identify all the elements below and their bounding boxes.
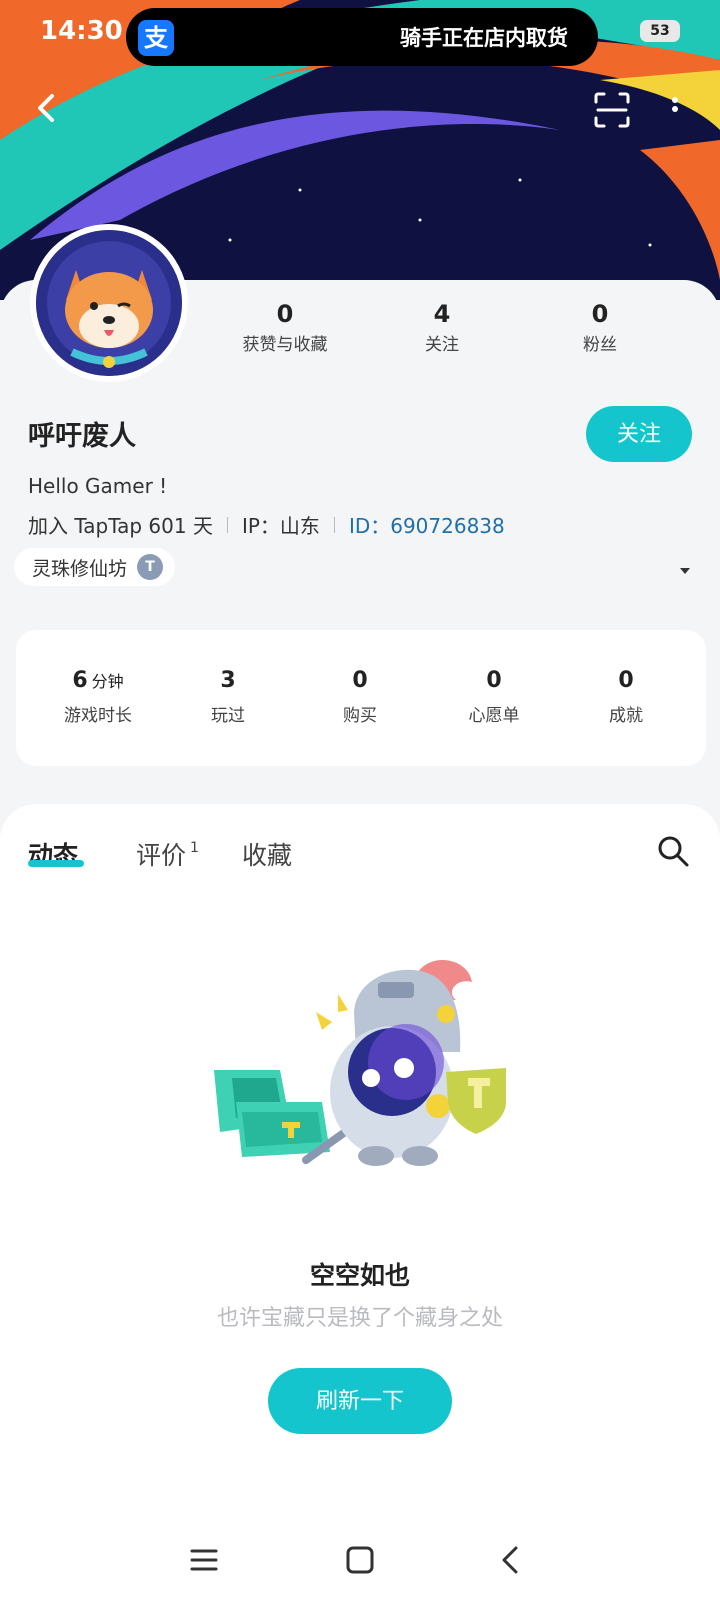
- stat-purchased-value: 0: [352, 668, 368, 693]
- back-icon[interactable]: [28, 88, 68, 128]
- alipay-icon: 支: [138, 20, 174, 56]
- stat-wishlist-label: 心愿单: [468, 706, 520, 726]
- stat-playtime-value: 6: [72, 668, 88, 693]
- scan-icon[interactable]: [594, 92, 630, 128]
- live-activity-text: 骑手正在店内取货: [400, 26, 568, 50]
- username: 呼吁废人: [28, 421, 136, 452]
- stat-achievements[interactable]: 0 成就: [566, 668, 686, 726]
- joined-days: 加入 TapTap 601 天: [28, 514, 213, 538]
- stat-wishlist[interactable]: 0 心愿单: [434, 668, 554, 726]
- stat-playtime-unit: 分钟: [91, 672, 124, 691]
- stat-likes-label: 获赞与收藏: [242, 335, 328, 355]
- expand-caret-icon[interactable]: [680, 568, 690, 574]
- battery-icon: 53: [640, 20, 680, 42]
- user-id[interactable]: ID：690726838: [349, 510, 505, 539]
- stat-achievements-label: 成就: [609, 706, 643, 726]
- stat-following[interactable]: 4 关注: [382, 300, 502, 355]
- tab-reviews-label: 评价: [136, 841, 187, 870]
- ip-location: IP：山东: [241, 514, 320, 538]
- stat-played[interactable]: 3 玩过: [168, 668, 288, 726]
- stat-played-label: 玩过: [211, 706, 245, 726]
- shiba-avatar-icon: [36, 230, 182, 376]
- game-stats-card: 6 分钟 游戏时长 3 玩过 0 购买 0 心愿单 0 成就: [16, 630, 706, 766]
- stat-achievements-value: 0: [618, 668, 634, 693]
- stat-following-value: 4: [433, 300, 451, 328]
- live-activity-pill[interactable]: 支 骑手正在店内取货: [126, 8, 598, 66]
- more-icon[interactable]: [670, 94, 680, 124]
- stat-playtime[interactable]: 6 分钟 游戏时长: [38, 668, 158, 726]
- stat-played-value: 3: [220, 668, 236, 693]
- tab-favorites-label: 收藏: [242, 841, 293, 870]
- stat-followers-value: 0: [591, 300, 609, 328]
- tab-favorites[interactable]: 收藏: [242, 836, 292, 872]
- status-time: 14:30: [40, 16, 123, 46]
- stat-likes-value: 0: [276, 300, 294, 328]
- guild-name: 灵珠修仙坊: [32, 557, 128, 580]
- empty-state-subtitle: 也许宝藏只是换了个藏身之处: [216, 1306, 503, 1331]
- status-bar: 14:30 支 骑手正在店内取货 53: [0, 0, 720, 66]
- stat-likes[interactable]: 0 获赞与收藏: [225, 300, 345, 355]
- stat-following-label: 关注: [425, 335, 459, 355]
- content-sheet: 动态 评价 1 收藏: [0, 804, 720, 1600]
- user-meta: 加入 TapTap 601 天 IP：山东 ID：690726838: [28, 510, 505, 539]
- search-icon[interactable]: [656, 834, 690, 868]
- back-nav-icon[interactable]: [494, 1542, 530, 1578]
- stat-purchased[interactable]: 0 购买: [300, 668, 420, 726]
- tab-reviews-count: 1: [190, 840, 199, 856]
- tab-reviews[interactable]: 评价 1: [136, 836, 199, 872]
- user-bio: Hello Gamer !: [28, 474, 168, 498]
- meta-divider: [226, 516, 228, 533]
- tab-indicator: [28, 860, 84, 867]
- avatar[interactable]: [30, 224, 188, 382]
- stat-followers[interactable]: 0 粉丝: [540, 300, 660, 355]
- knight-treasure-illustration: [214, 959, 506, 1166]
- home-icon[interactable]: [342, 1542, 378, 1578]
- stat-purchased-label: 购买: [343, 706, 377, 726]
- guild-chip[interactable]: 灵珠修仙坊 T: [14, 548, 176, 586]
- follow-button[interactable]: 关注: [586, 406, 692, 462]
- menu-icon[interactable]: [186, 1542, 222, 1578]
- meta-divider: [333, 516, 335, 533]
- empty-state-title: 空空如也: [309, 1261, 410, 1290]
- stat-playtime-label: 游戏时长: [64, 706, 132, 726]
- stat-followers-label: 粉丝: [583, 335, 617, 355]
- refresh-button[interactable]: 刷新一下: [268, 1368, 452, 1434]
- stat-wishlist-value: 0: [486, 668, 502, 693]
- system-nav-bar: [0, 1520, 720, 1600]
- guild-badge-icon: T: [137, 554, 164, 580]
